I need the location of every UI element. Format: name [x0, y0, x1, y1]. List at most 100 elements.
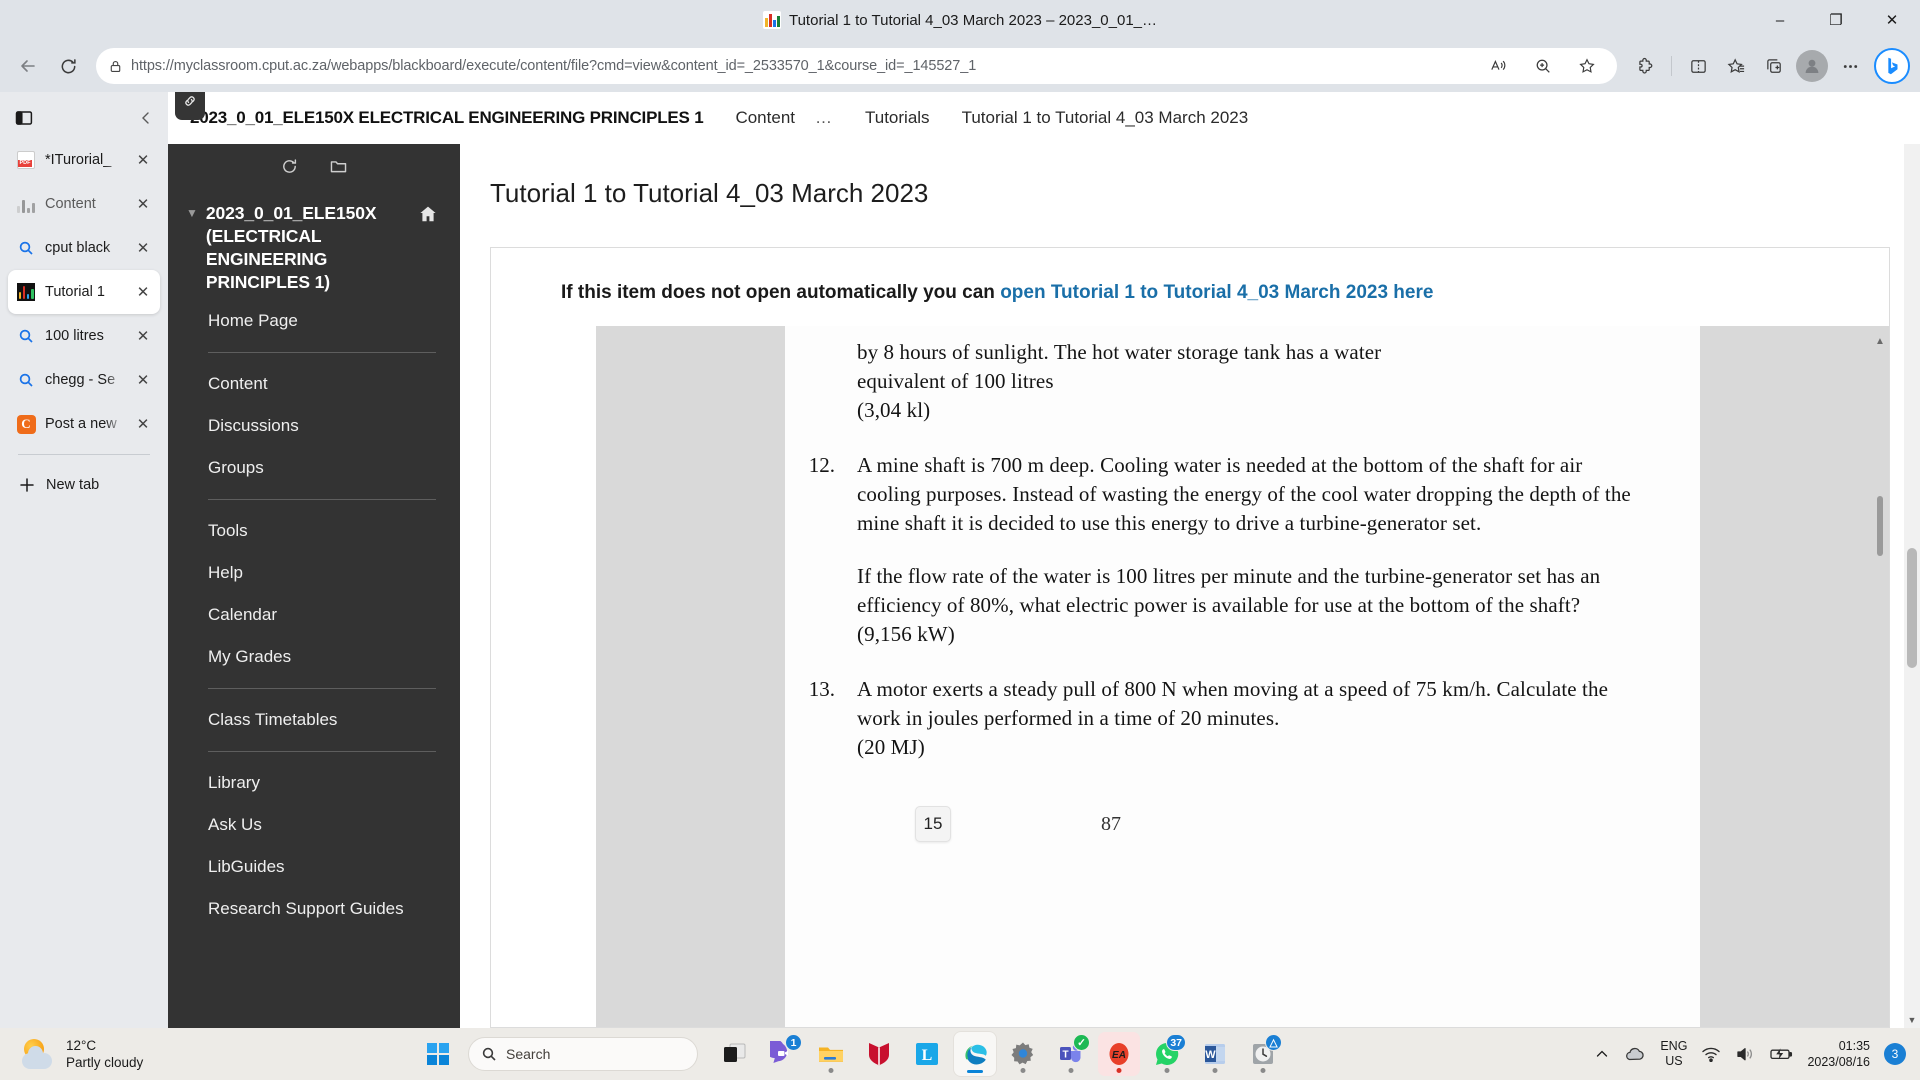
collapse-tabs-icon[interactable]	[138, 110, 154, 126]
close-tab-icon[interactable]: ✕	[134, 151, 152, 169]
address-bar[interactable]: https://myclassroom.cput.ac.za/webapps/b…	[96, 48, 1617, 84]
scroll-up-arrow-icon[interactable]: ▲	[1875, 336, 1885, 347]
weather-widget[interactable]: 12°C Partly cloudy	[0, 1037, 420, 1071]
pdf-paragraph: If the flow rate of the water is 100 lit…	[857, 564, 1601, 617]
open-document-link[interactable]: open Tutorial 1 to Tutorial 4_03 March 2…	[1000, 282, 1433, 303]
add-tab-group-icon[interactable]	[1756, 48, 1792, 84]
course-link-tools[interactable]: Tools	[168, 510, 460, 552]
breadcrumb-item-content[interactable]: Content	[735, 108, 795, 128]
pdf-viewer[interactable]: by 8 hours of sunlight. The hot water st…	[596, 326, 1889, 1027]
course-link-research-support-guides[interactable]: Research Support Guides	[168, 888, 460, 930]
course-link-help[interactable]: Help	[168, 552, 460, 594]
close-tab-icon[interactable]: ✕	[134, 283, 152, 301]
taskbar-app-settings[interactable]	[1002, 1032, 1044, 1076]
start-button[interactable]	[420, 1032, 462, 1076]
language-line-1: ENG	[1660, 1039, 1688, 1053]
course-link-my-grades[interactable]: My Grades	[168, 636, 460, 678]
taskbar-app-microsoft-word[interactable]: W	[1194, 1032, 1236, 1076]
pdf-scrollbar[interactable]: ▲	[1875, 336, 1885, 1017]
breadcrumb-course[interactable]: 2023_0_01_ELE150X ELECTRICAL ENGINEERING…	[190, 108, 704, 128]
scroll-down-arrow-icon[interactable]: ▼	[1908, 1012, 1917, 1028]
breadcrumb-item-tutorials[interactable]: Tutorials	[865, 108, 930, 128]
course-link-library[interactable]: Library	[168, 762, 460, 804]
favorite-star-icon[interactable]	[1569, 48, 1605, 84]
course-link-libguides[interactable]: LibGuides	[168, 846, 460, 888]
chevron-down-icon[interactable]: ▼	[186, 202, 198, 224]
taskbar-app-whatsapp[interactable]: 37	[1146, 1032, 1188, 1076]
browser-tab[interactable]: *ITurorial_ ✕	[8, 138, 160, 182]
running-indicator	[1164, 1068, 1170, 1073]
volume-icon[interactable]	[1735, 1045, 1755, 1063]
browser-tab[interactable]: cput black ✕	[8, 226, 160, 270]
copilot-icon[interactable]	[1874, 48, 1910, 84]
scrollbar-thumb[interactable]	[1907, 548, 1917, 668]
address-bar-text: https://myclassroom.cput.ac.za/webapps/b…	[131, 58, 977, 74]
taskbar-app-microsoft-teams[interactable]: T ✓	[1050, 1032, 1092, 1076]
taskbar-app-mcafee[interactable]	[858, 1032, 900, 1076]
close-tab-icon[interactable]: ✕	[134, 327, 152, 345]
taskbar-app-microsoft-edge[interactable]	[954, 1032, 996, 1076]
app-badge: 37	[1166, 1034, 1186, 1051]
breadcrumb-item-current[interactable]: Tutorial 1 to Tutorial 4_03 March 2023	[962, 108, 1249, 128]
taskbar-search[interactable]: Search	[468, 1037, 698, 1071]
close-tab-icon[interactable]: ✕	[134, 195, 152, 213]
pdf-scroll-thumb[interactable]	[1877, 496, 1883, 556]
browser-tab-active[interactable]: Tutorial 1 ✕	[8, 270, 160, 314]
collections-icon[interactable]	[1718, 48, 1754, 84]
settings-and-more-icon[interactable]	[1832, 48, 1868, 84]
taskbar-app-ea[interactable]: EA	[1098, 1032, 1140, 1076]
battery-charging-icon[interactable]	[1769, 1045, 1793, 1063]
zoom-icon[interactable]	[1525, 48, 1561, 84]
accessibility-link-icon[interactable]	[175, 92, 205, 120]
course-link-home-page[interactable]: Home Page	[168, 300, 460, 342]
browser-tab[interactable]: 100 litres ✕	[8, 314, 160, 358]
refresh-icon[interactable]	[50, 48, 86, 84]
taskbar-app-task-view[interactable]	[714, 1032, 756, 1076]
taskbar-app-chat-teams[interactable]: 1	[762, 1032, 804, 1076]
clock[interactable]: 01:35 2023/08/16	[1807, 1038, 1870, 1070]
pdf-page-badge[interactable]: 15	[915, 806, 951, 842]
browser-tab[interactable]: Content ✕	[8, 182, 160, 226]
sidebar-toggle-icon[interactable]	[14, 108, 34, 128]
taskbar-app-clock-alarms[interactable]: △	[1242, 1032, 1284, 1076]
extensions-icon[interactable]	[1627, 48, 1663, 84]
notification-badge[interactable]: 3	[1884, 1043, 1906, 1065]
browser-tab[interactable]: C Post a new ✕	[8, 402, 160, 446]
course-link-class-timetables[interactable]: Class Timetables	[168, 699, 460, 741]
menu-divider	[208, 751, 436, 752]
scrollbar-track[interactable]	[1904, 108, 1920, 1012]
folder-view-icon[interactable]	[329, 157, 348, 176]
maximize-button[interactable]: ❐	[1808, 0, 1864, 40]
course-link-groups[interactable]: Groups	[168, 447, 460, 489]
blackboard-icon-grey	[16, 194, 36, 214]
tab-label: 100 litres	[45, 328, 104, 344]
taskbar-app-lastpass[interactable]: L	[906, 1032, 948, 1076]
close-tab-icon[interactable]: ✕	[134, 415, 152, 433]
menu-divider	[208, 352, 436, 353]
read-aloud-icon[interactable]	[1481, 48, 1517, 84]
running-indicator	[1068, 1068, 1074, 1073]
close-button[interactable]: ✕	[1864, 0, 1920, 40]
course-link-discussions[interactable]: Discussions	[168, 405, 460, 447]
page-scrollbar[interactable]: ▲ ▼	[1904, 92, 1920, 1028]
wifi-icon[interactable]	[1701, 1045, 1721, 1063]
taskbar-app-file-explorer[interactable]	[810, 1032, 852, 1076]
home-icon[interactable]	[418, 204, 438, 224]
close-tab-icon[interactable]: ✕	[134, 239, 152, 257]
browser-tab[interactable]: chegg - Se ✕	[8, 358, 160, 402]
profile-avatar[interactable]	[1794, 48, 1830, 84]
course-link-ask-us[interactable]: Ask Us	[168, 804, 460, 846]
breadcrumb-ellipsis[interactable]: …	[815, 108, 833, 128]
back-arrow-icon[interactable]	[10, 48, 46, 84]
course-link-content[interactable]: Content	[168, 363, 460, 405]
refresh-course-menu-icon[interactable]	[280, 157, 299, 176]
minimize-button[interactable]: –	[1752, 0, 1808, 40]
onedrive-icon[interactable]	[1624, 1045, 1646, 1063]
split-screen-icon[interactable]	[1680, 48, 1716, 84]
course-link-calendar[interactable]: Calendar	[168, 594, 460, 636]
pdf-question: 12. A mine shaft is 700 m deep. Cooling …	[785, 451, 1640, 649]
new-tab-button[interactable]: New tab	[8, 463, 160, 507]
language-indicator[interactable]: ENG US	[1660, 1039, 1687, 1069]
show-hidden-icons-chevron[interactable]	[1594, 1046, 1610, 1062]
close-tab-icon[interactable]: ✕	[134, 371, 152, 389]
